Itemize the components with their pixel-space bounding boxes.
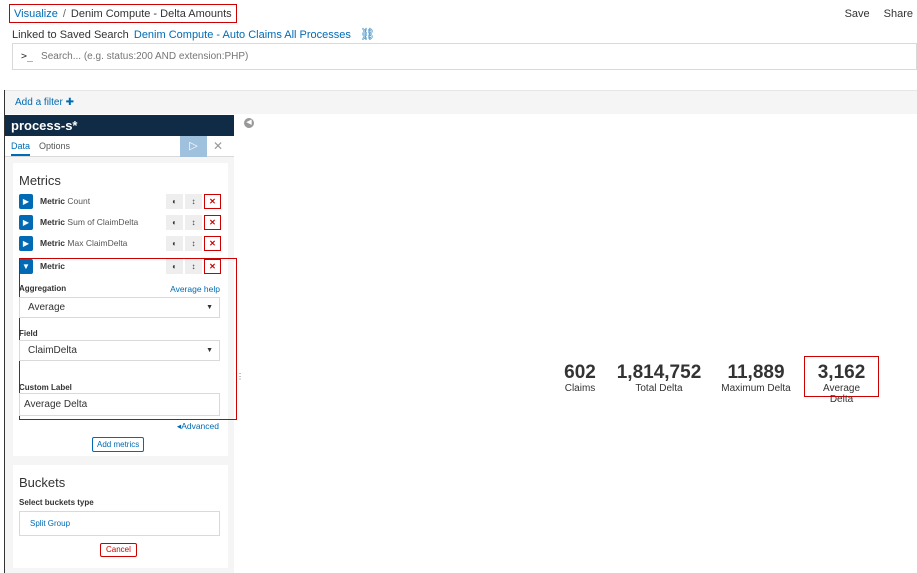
discard-changes-icon[interactable]: ✕: [213, 139, 223, 153]
tab-data[interactable]: Data: [11, 141, 31, 156]
metric-number: 602: [564, 362, 596, 383]
chevron-right-icon[interactable]: ▶: [19, 236, 33, 251]
metric-value-total-delta: 1,814,752 Total Delta: [614, 362, 704, 395]
metric-controls: ◐ ↕ ✕: [166, 194, 221, 209]
metrics-panel: Metrics ▶ Metric Count ◐ ↕ ✕ ▶ Metric Su…: [13, 163, 237, 456]
sidebar-tabs: Data Options ▷ ✕: [5, 136, 234, 157]
breadcrumb-visualize-link[interactable]: Visualize: [14, 5, 58, 22]
metric-label: Metric Max ClaimDelta: [40, 238, 127, 248]
metric-caption: Average Delta: [822, 383, 861, 405]
metric-caption: Total Delta: [635, 383, 683, 394]
plus-icon: ✚: [65, 97, 74, 108]
save-button[interactable]: Save: [845, 8, 870, 20]
remove-metric-icon[interactable]: ✕: [204, 194, 221, 209]
aggregation-help-link[interactable]: Average help: [170, 284, 220, 294]
split-group-option[interactable]: Split Group: [19, 511, 220, 536]
metric-caption: Claims: [564, 383, 596, 394]
field-label: Field: [19, 329, 38, 338]
aggregation-label: Aggregation: [19, 284, 67, 293]
remove-metric-icon[interactable]: ✕: [204, 236, 221, 251]
metric-desc: Sum of ClaimDelta: [67, 217, 139, 227]
metric-value-claims: 602 Claims: [560, 362, 600, 395]
add-filter-link[interactable]: Add a filter ✚: [15, 97, 74, 108]
toggle-icon[interactable]: ◐: [166, 236, 183, 251]
buckets-title: Buckets: [19, 475, 66, 490]
field-select[interactable]: ClaimDelta ▼: [19, 340, 220, 361]
metric-controls: ◐ ↕ ✕: [166, 236, 221, 251]
metric-label: Metric Count: [40, 196, 90, 206]
add-filter-label: Add a filter: [15, 97, 63, 108]
metric-caption: Maximum Delta: [721, 383, 791, 394]
drag-handle-icon[interactable]: ↕: [185, 194, 202, 209]
metric-row: ▶ Metric Sum of ClaimDelta ◐ ↕ ✕: [19, 215, 222, 231]
chevron-right-icon[interactable]: ▶: [19, 215, 33, 230]
caret-down-icon: ▼: [206, 304, 213, 311]
breadcrumb: Visualize / Denim Compute - Delta Amount…: [9, 4, 237, 23]
advanced-toggle[interactable]: ◂Advanced: [177, 421, 219, 432]
metric-number: 11,889: [727, 362, 785, 383]
top-actions: Save Share: [845, 8, 913, 20]
linked-search-info: Linked to Saved Search Denim Compute - A…: [12, 27, 375, 41]
breadcrumb-current: Denim Compute - Delta Amounts: [70, 8, 232, 20]
advanced-label: Advanced: [181, 421, 219, 431]
metric-value-average-delta: 3,162 Average Delta: [804, 356, 879, 405]
search-bar: >_: [12, 43, 917, 70]
metric-kind: Metric: [40, 238, 66, 248]
aggregation-select[interactable]: Average ▼: [19, 297, 220, 318]
metric-controls: ◐ ↕ ✕: [166, 215, 221, 230]
add-metrics-button[interactable]: Add metrics: [92, 437, 145, 452]
metrics-title: Metrics: [19, 173, 61, 188]
breadcrumb-separator: /: [62, 8, 66, 20]
aggregation-value: Average: [28, 302, 66, 313]
query-prompt-icon: >_: [21, 51, 34, 62]
saved-search-link[interactable]: Denim Compute - Auto Claims All Processe…: [134, 29, 351, 41]
apply-changes-button[interactable]: ▷: [180, 136, 207, 157]
metric-number: 1,814,752: [616, 362, 702, 383]
buckets-type-label: Select buckets type: [19, 498, 94, 507]
search-input[interactable]: [41, 51, 642, 62]
chevron-right-icon[interactable]: ▶: [19, 194, 33, 209]
editor-sidebar: process-s* Data Options ▷ ✕ Metrics ▶ Me…: [5, 115, 237, 573]
index-pattern-title: process-s*: [5, 115, 234, 136]
unlink-icon[interactable]: ⛓: [360, 27, 375, 41]
metric-kind: Metric: [40, 196, 66, 206]
cancel-button[interactable]: Cancel: [100, 543, 137, 557]
metric-row: ▶ Metric Max ClaimDelta ◐ ↕ ✕: [19, 236, 222, 252]
remove-metric-icon[interactable]: ✕: [204, 215, 221, 230]
caret-down-icon: ▼: [206, 347, 213, 354]
metric-desc: Max ClaimDelta: [67, 238, 128, 248]
filter-bar: Add a filter ✚: [5, 90, 917, 114]
metric-kind: Metric: [40, 217, 66, 227]
metric-label: Metric Sum of ClaimDelta: [40, 217, 138, 227]
metric-number: 3,162: [817, 362, 866, 383]
tab-options[interactable]: Options: [39, 141, 70, 151]
drag-handle-icon[interactable]: ↕: [185, 215, 202, 230]
collapse-sidebar-icon[interactable]: ◀: [244, 118, 254, 128]
metric-visualization: 602 Claims 1,814,752 Total Delta 11,889 …: [0, 356, 917, 405]
metric-row: ▶ Metric Count ◐ ↕ ✕: [19, 194, 222, 210]
toggle-icon[interactable]: ◐: [166, 194, 183, 209]
metric-value-maximum-delta: 11,889 Maximum Delta: [718, 362, 794, 395]
linked-prefix: Linked to Saved Search: [12, 29, 129, 41]
metric-desc: Count: [67, 196, 91, 206]
toggle-icon[interactable]: ◐: [166, 215, 183, 230]
share-button[interactable]: Share: [884, 8, 913, 20]
drag-handle-icon[interactable]: ↕: [185, 236, 202, 251]
buckets-panel: Buckets Select buckets type Split Group …: [13, 465, 228, 568]
top-bar: Visualize / Denim Compute - Delta Amount…: [0, 0, 917, 90]
field-value: ClaimDelta: [28, 345, 77, 356]
